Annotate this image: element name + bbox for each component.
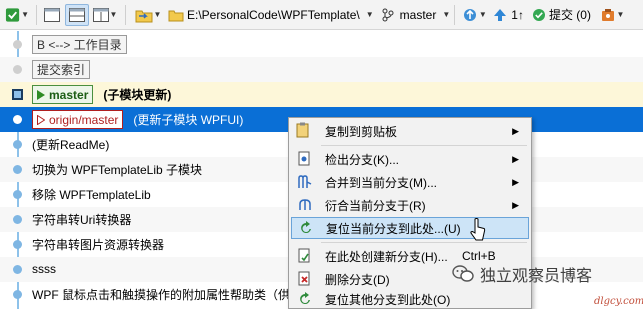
commit-node: [13, 115, 22, 124]
menu-item-label: 在此处创建新分支(H)...: [325, 249, 448, 264]
layout-single-icon: [44, 7, 60, 22]
wechat-icon: [452, 265, 474, 282]
menu-item-checkout[interactable]: 检出分支(K)... ▶: [291, 148, 529, 170]
menu-item-label: 复制到剪贴板: [325, 124, 398, 139]
commit-message: 移除 WPFTemplateLib: [32, 187, 151, 202]
submenu-arrow-icon: ▶: [512, 153, 519, 164]
repo-path[interactable]: E:\PersonalCode\WPFTemplate\: [187, 8, 360, 22]
folder-icon: [168, 10, 184, 21]
chevron-down-icon: ▼: [21, 10, 29, 19]
commit-check-icon: [532, 8, 545, 21]
tools-button[interactable]: ▼: [597, 4, 627, 26]
chevron-down-icon[interactable]: ▼: [442, 10, 450, 19]
index-tag: 提交索引: [32, 60, 91, 79]
working-dir-tag: B <--> 工作目录: [32, 35, 127, 54]
sync-icon: [463, 8, 476, 21]
toggle-graph-button[interactable]: ▼: [4, 4, 30, 26]
push-count[interactable]: 1↑: [511, 8, 524, 22]
menu-item-reset-other[interactable]: 复位其他分支到此处(O): [291, 288, 529, 309]
chevron-down-icon: ▼: [616, 10, 625, 19]
layout-options-button[interactable]: ▼: [91, 4, 119, 26]
sync-button[interactable]: ▼: [459, 4, 489, 26]
menu-item-rebase[interactable]: 衍合当前分支于(R) ▶: [291, 194, 529, 216]
delete-branch-icon: [297, 271, 313, 287]
menu-item-copy[interactable]: 复制到剪贴板 ▶: [291, 120, 529, 142]
tools-icon: [601, 8, 614, 21]
commit-message: 字符串转Uri转换器: [32, 212, 132, 227]
commit-message: 字符串转图片资源转换器: [32, 237, 165, 252]
commit-node: [13, 240, 22, 249]
table-row[interactable]: master (子模块更新): [0, 82, 643, 107]
toolbar: ▼ ▼ ▼ E:\PersonalCode\WPFTemplate\ ▼ mas…: [0, 0, 643, 30]
repo-selector-button[interactable]: ▼: [130, 4, 166, 26]
menu-item-label: 合并到当前分支(M)...: [325, 175, 437, 190]
menu-item-reset-current[interactable]: 复位当前分支到此处...(U): [291, 217, 529, 239]
commit-message: WPF 鼠标点击和触摸操作的附加属性帮助类（供: [32, 287, 290, 302]
checkout-icon: [297, 151, 313, 167]
commit-node: [13, 65, 22, 74]
commit-button[interactable]: 提交 (0): [549, 6, 591, 23]
commit-message: 切换为 WPFTemplateLib 子模块: [32, 162, 203, 177]
commit-node: [13, 290, 22, 299]
menu-item-label: 复位其他分支到此处(O): [325, 292, 451, 307]
merge-icon: [297, 174, 313, 190]
menu-item-label: 删除分支(D): [325, 272, 390, 287]
branch-arrow-icon: [37, 89, 45, 100]
branch-tag-label: master: [49, 87, 89, 102]
toolbar-separator: [125, 4, 126, 25]
menu-item-label: 检出分支(K)...: [325, 152, 399, 167]
current-branch[interactable]: master: [400, 8, 437, 22]
commit-node: [13, 165, 22, 174]
branch-tag: master: [32, 85, 94, 104]
cursor-pointer-icon: [470, 218, 486, 241]
layout-detail-icon: [92, 7, 109, 22]
commit-message: (更新子模块 WPFUI): [133, 113, 244, 127]
remote-branch-tag: origin/master: [32, 110, 124, 129]
menu-item-label: 复位当前分支到此处...(U): [326, 221, 461, 236]
folder-arrow-icon: [135, 10, 153, 22]
toolbar-separator: [36, 4, 37, 25]
commit-message: (子模块更新): [103, 88, 172, 102]
chevron-down-icon: ▼: [478, 10, 487, 19]
commit-node: [13, 190, 22, 199]
commit-node: [13, 140, 22, 149]
remote-tag-label: origin/master: [49, 112, 119, 127]
toolbar-separator: [454, 4, 456, 25]
clipboard-icon: [296, 122, 309, 138]
reset-icon: [298, 220, 314, 236]
checkbox-graph-icon: [5, 7, 20, 22]
watermark-text: 独立观察员博客: [480, 268, 593, 285]
menu-item-shortcut: Ctrl+B: [462, 249, 496, 263]
submenu-arrow-icon: ▶: [512, 176, 519, 187]
chevron-down-icon: ▼: [109, 10, 118, 19]
submenu-arrow-icon: ▶: [512, 125, 519, 136]
menu-item-label: 衍合当前分支于(R): [325, 198, 426, 213]
layout-split-icon: [69, 7, 85, 22]
remote-arrow-icon: [37, 114, 45, 125]
reset-other-icon: [297, 291, 313, 307]
commit-message: (更新ReadMe): [32, 137, 110, 152]
push-up-icon: [494, 8, 507, 21]
menu-separator: [321, 145, 527, 146]
commit-node: [13, 215, 22, 224]
menu-item-merge[interactable]: 合并到当前分支(M)... ▶: [291, 171, 529, 193]
head-commit-node: [12, 89, 23, 100]
table-row[interactable]: B <--> 工作目录: [0, 32, 643, 57]
watermark: 独立观察员博客: [452, 262, 592, 286]
branch-icon: [382, 8, 394, 21]
commit-message: ssss: [32, 262, 56, 277]
menu-separator: [321, 242, 527, 243]
watermark-site: dlgcy.com: [594, 296, 643, 307]
commit-node: [13, 265, 22, 274]
rebase-icon: [297, 197, 313, 213]
commit-node: [13, 40, 22, 49]
chevron-down-icon: ▼: [153, 10, 162, 19]
submenu-arrow-icon: ▶: [512, 199, 519, 210]
new-branch-icon: [297, 248, 313, 264]
table-row[interactable]: 提交索引: [0, 57, 643, 82]
chevron-down-icon[interactable]: ▼: [366, 10, 374, 19]
layout-split-button[interactable]: [65, 3, 89, 26]
layout-single-button[interactable]: [41, 4, 63, 26]
